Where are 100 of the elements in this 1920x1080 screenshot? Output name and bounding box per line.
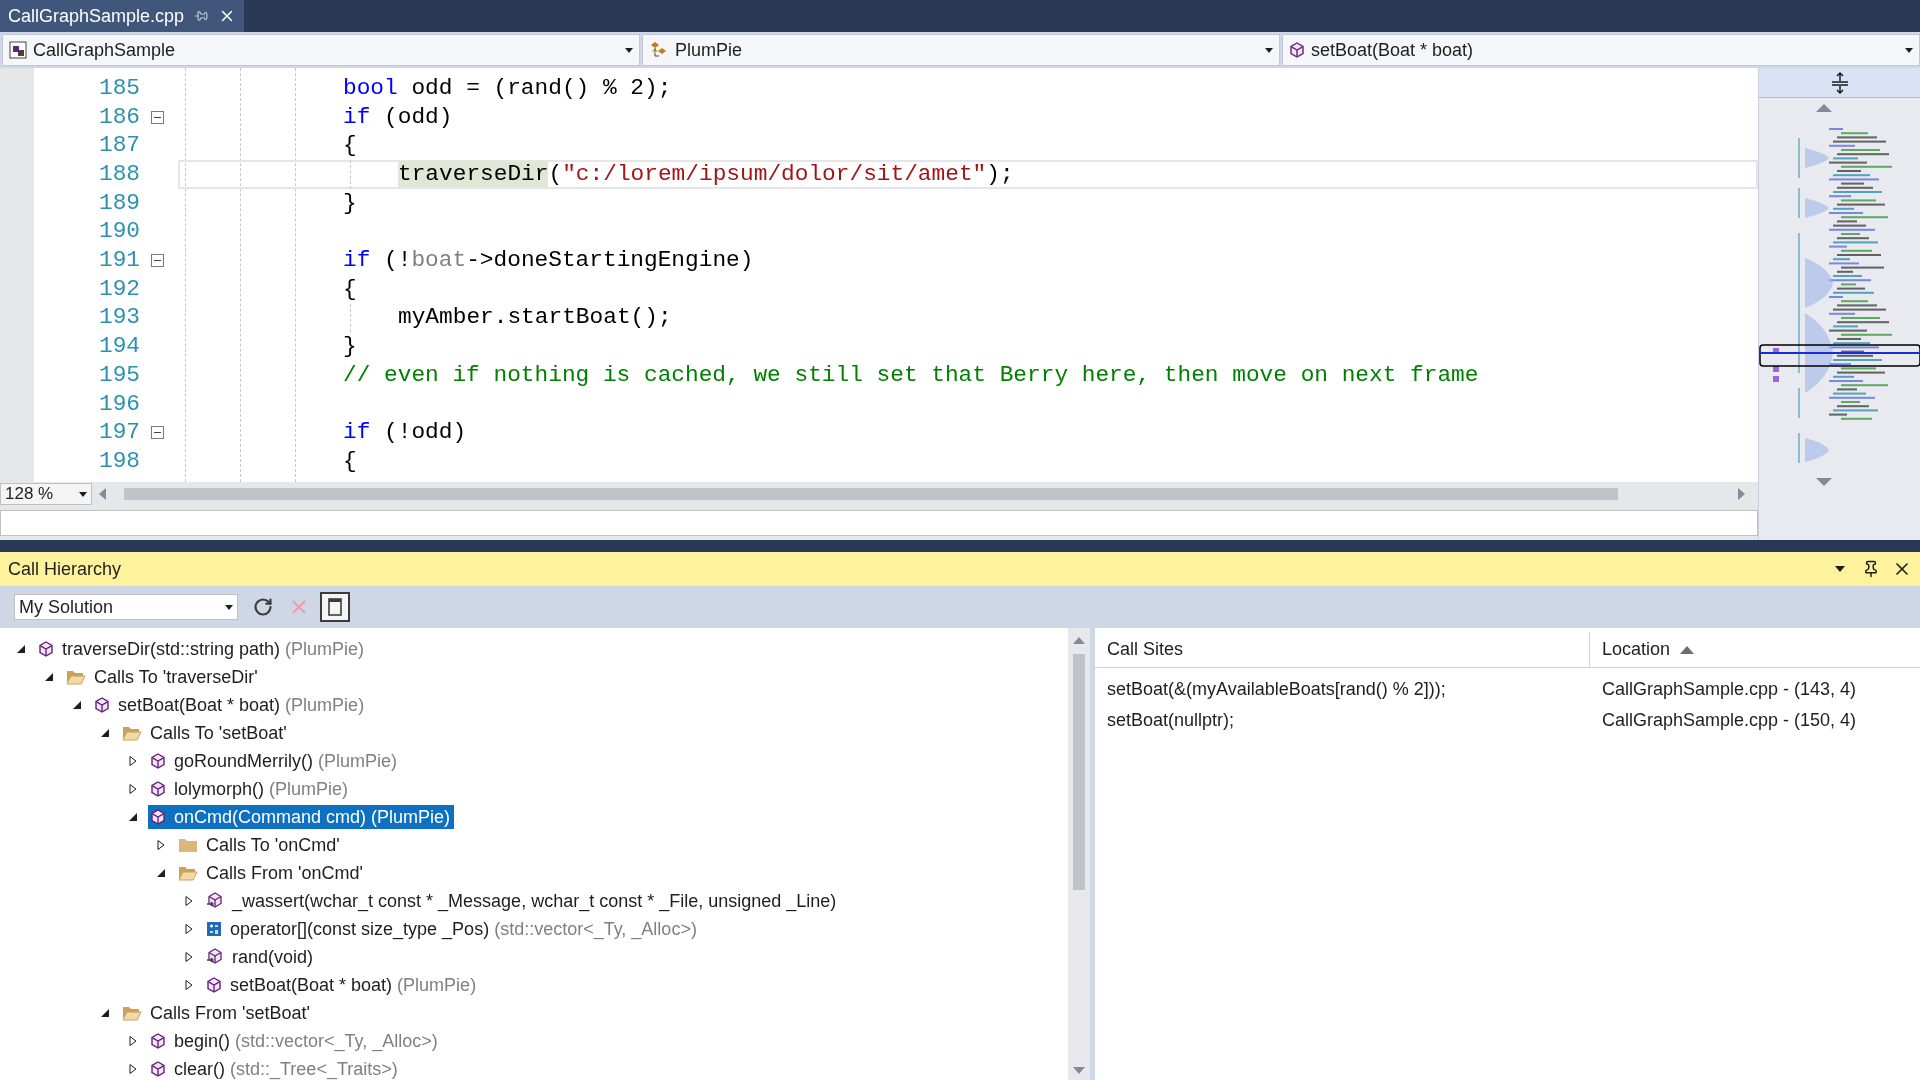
tree-item[interactable]: _wassert(wchar_t const * _Message, wchar_t const * _File, unsigned _Line): [204, 889, 841, 913]
code-line: if (!boat->doneStartingEngine): [343, 249, 754, 272]
collapsed-arrow-icon[interactable]: [128, 1036, 138, 1046]
line-number: 191: [97, 249, 140, 272]
project-icon: [9, 41, 27, 59]
scroll-left-icon[interactable]: [98, 488, 108, 500]
line-number: 193: [97, 306, 140, 330]
method-icon: [150, 809, 166, 825]
method-arrow-icon: [206, 892, 224, 910]
code-line: {: [343, 449, 357, 473]
code-line: myAmber.startBoat();: [398, 306, 672, 330]
toggle-layout-button[interactable]: [320, 592, 350, 622]
code-line: {: [343, 277, 357, 301]
code-line: bool odd = (rand() % 2);: [343, 76, 672, 100]
collapsed-arrow-icon[interactable]: [184, 924, 194, 934]
pin-icon[interactable]: [1862, 560, 1880, 578]
scroll-right-icon[interactable]: [1736, 488, 1746, 500]
operator-icon: [206, 921, 222, 937]
expanded-arrow-icon[interactable]: [128, 812, 138, 822]
method-icon: [150, 1033, 166, 1049]
expanded-arrow-icon[interactable]: [44, 672, 54, 682]
sort-ascending-icon: [1680, 645, 1695, 654]
tree-item[interactable]: goRoundMerrily() (PlumPie): [148, 749, 402, 773]
collapsed-arrow-icon[interactable]: [184, 896, 194, 906]
collapsed-arrow-icon[interactable]: [128, 784, 138, 794]
collapsed-arrow-icon[interactable]: [128, 1064, 138, 1074]
line-number: 197: [97, 421, 140, 444]
line-number: 198: [97, 449, 140, 473]
tree-item[interactable]: begin() (std::vector<_Ty, _Alloc>): [148, 1029, 442, 1053]
tree-item[interactable]: Calls To 'onCmd': [176, 833, 344, 857]
dropdown-caret-icon[interactable]: [1834, 565, 1846, 573]
expanded-arrow-icon[interactable]: [16, 644, 26, 654]
tree-item[interactable]: setBoat(Boat * boat) (PlumPie): [204, 973, 481, 997]
split-icon[interactable]: [1829, 71, 1850, 94]
code-line: if (!odd): [343, 421, 467, 444]
navigation-dropdown[interactable]: PlumPie: [642, 34, 1280, 66]
code-line: if (odd): [343, 105, 453, 129]
column-header[interactable]: Location: [1590, 632, 1920, 667]
code-line: }: [343, 191, 357, 215]
tree-item[interactable]: onCmd(Command cmd) (PlumPie): [148, 805, 455, 829]
collapse-icon[interactable]: [150, 253, 164, 267]
method-icon: [150, 1061, 166, 1077]
tree-item[interactable]: setBoat(Boat * boat) (PlumPie): [92, 693, 369, 717]
code-line: {: [343, 134, 357, 158]
tree-item[interactable]: rand(void): [204, 945, 318, 969]
dropdown-caret-icon: [79, 491, 87, 497]
dropdown-caret-icon: [225, 604, 233, 610]
tree-item[interactable]: Calls To 'traverseDir': [64, 665, 262, 689]
dropdown-caret-icon: [1265, 47, 1273, 53]
tree-item[interactable]: Calls To 'setBoat': [120, 721, 291, 745]
scroll-down-icon[interactable]: [1073, 1067, 1085, 1075]
tree-item[interactable]: clear() (std::_Tree<_Traits>): [148, 1057, 402, 1080]
column-header[interactable]: Call Sites: [1095, 632, 1590, 667]
collapsed-arrow-icon[interactable]: [156, 840, 166, 850]
line-number: 195: [97, 363, 140, 387]
table-cell-text: setBoat(&(myAvailableBoats[rand() % 2]));: [1106, 678, 1447, 701]
line-number: 188: [97, 163, 140, 186]
tree-item[interactable]: traverseDir(std::string path) (PlumPie): [36, 637, 369, 661]
expanded-arrow-icon[interactable]: [72, 700, 82, 710]
line-number: 190: [97, 220, 140, 244]
method-icon: [150, 781, 166, 797]
dropdown-caret-icon: [625, 47, 633, 53]
expanded-arrow-icon[interactable]: [100, 1008, 110, 1018]
line-number: 186: [97, 105, 140, 129]
open-folder-icon: [122, 725, 142, 741]
tree-item[interactable]: Calls From 'onCmd': [176, 861, 367, 885]
tree-item[interactable]: operator[](const size_type _Pos) (std::vector<_Ty, _Alloc>): [204, 917, 701, 941]
collapsed-arrow-icon[interactable]: [128, 756, 138, 766]
vertical-scrollbar-thumb[interactable]: [1073, 654, 1085, 890]
line-number: 196: [97, 392, 140, 416]
scope-dropdown[interactable]: My Solution: [14, 594, 238, 620]
tree-item[interactable]: lolymorph() (PlumPie): [148, 777, 353, 801]
table-cell-text: setBoat(nullptr);: [1106, 709, 1236, 732]
method-icon: [206, 977, 222, 993]
method-arrow-icon: [206, 948, 224, 966]
zoom-dropdown[interactable]: 128 %: [0, 483, 92, 505]
line-number: 189: [97, 191, 140, 215]
panel-layout-icon: [328, 598, 342, 616]
navigation-dropdown[interactable]: setBoat(Boat * boat): [1282, 34, 1920, 66]
open-folder-icon: [122, 1005, 142, 1021]
line-number: 185: [97, 76, 140, 100]
dropdown-caret-icon: [1905, 47, 1913, 53]
collapse-icon[interactable]: [150, 110, 164, 124]
expanded-arrow-icon[interactable]: [100, 728, 110, 738]
table-cell-text: CallGraphSample.cpp - (143, 4): [1601, 678, 1858, 701]
scroll-up-icon[interactable]: [1073, 636, 1085, 644]
code-line: }: [343, 335, 357, 358]
collapse-icon[interactable]: [150, 426, 164, 440]
horizontal-scrollbar-thumb[interactable]: [124, 488, 1618, 500]
collapsed-arrow-icon[interactable]: [184, 980, 194, 990]
table-cell-text: CallGraphSample.cpp - (150, 4): [1601, 709, 1858, 732]
line-number: 187: [97, 134, 140, 158]
collapsed-arrow-icon[interactable]: [184, 952, 194, 962]
navigation-dropdown[interactable]: CallGraphSample: [2, 34, 640, 66]
expanded-arrow-icon[interactable]: [156, 868, 166, 878]
folder-icon: [178, 837, 198, 853]
tree-item[interactable]: Calls From 'setBoat': [120, 1001, 314, 1025]
method-icon: [1289, 42, 1305, 58]
file-tab[interactable]: CallGraphSample.cpp: [0, 0, 245, 32]
panel-title: Call Hierarchy: [8, 557, 123, 581]
